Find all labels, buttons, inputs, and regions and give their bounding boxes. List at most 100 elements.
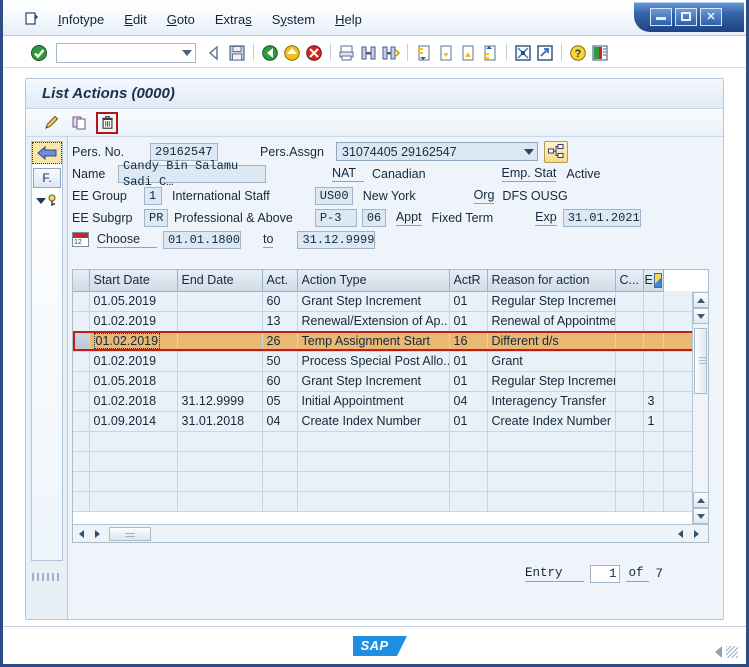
table-cell-reason[interactable]: Grant bbox=[487, 351, 616, 372]
scroll-page-down-button[interactable] bbox=[693, 508, 709, 524]
table-cell-type[interactable]: Process Special Post Allo.. bbox=[297, 351, 450, 372]
table-cell-reason[interactable]: Regular Step Increment bbox=[487, 291, 616, 312]
cancel-red-icon[interactable] bbox=[303, 42, 325, 64]
table-cell-actr[interactable] bbox=[449, 431, 488, 452]
table-cell-reason[interactable] bbox=[487, 451, 616, 472]
table-cell-act[interactable]: 13 bbox=[262, 311, 298, 332]
table-row[interactable]: 01.09.2014 31.01.2018 04 Create Index Numbe… bbox=[73, 411, 708, 432]
scroll-down-button[interactable] bbox=[693, 308, 709, 324]
table-cell-type[interactable]: Temp Assignment Start bbox=[297, 331, 450, 352]
org-structure-button[interactable] bbox=[544, 140, 568, 163]
grade-field[interactable]: P-3 bbox=[314, 208, 357, 227]
table-horizontal-scrollbar[interactable] bbox=[73, 524, 708, 542]
hscroll-page-left-button[interactable] bbox=[672, 526, 688, 542]
choose-from-field[interactable]: 01.01.1800 bbox=[163, 230, 241, 249]
menu-item-help[interactable]: Help bbox=[326, 9, 371, 30]
splitter-grip[interactable] bbox=[32, 573, 62, 581]
column-header-end-date[interactable]: End Date bbox=[177, 270, 263, 292]
row-selector-cell[interactable] bbox=[73, 471, 90, 492]
table-vertical-scrollbar[interactable] bbox=[692, 292, 709, 524]
table-cell-e[interactable] bbox=[643, 371, 664, 392]
table-cell-type[interactable] bbox=[297, 491, 450, 512]
choose-to-field[interactable]: 31.12.9999 bbox=[297, 230, 376, 249]
table-cell-start[interactable]: 01.02.2018 bbox=[89, 391, 178, 412]
table-cell-reason[interactable]: Interagency Transfer bbox=[487, 391, 616, 412]
column-header-reason[interactable]: Reason for action bbox=[487, 270, 616, 292]
scroll-page-up-button[interactable] bbox=[693, 492, 709, 508]
row-selector-cell[interactable] bbox=[73, 411, 90, 432]
location-code-field[interactable]: US00 bbox=[314, 186, 353, 205]
hscroll-thumb[interactable] bbox=[109, 526, 151, 541]
table-cell-e[interactable]: 1 bbox=[643, 411, 664, 432]
entry-current-field[interactable]: 1 bbox=[590, 565, 621, 583]
table-cell-start[interactable]: 01.09.2014 bbox=[89, 411, 178, 432]
table-cell-actr[interactable]: 01 bbox=[449, 291, 488, 312]
table-cell-actr[interactable]: 01 bbox=[449, 311, 488, 332]
resize-grip[interactable] bbox=[726, 646, 738, 658]
hscroll-left-button[interactable] bbox=[73, 526, 89, 542]
help-icon[interactable]: ? bbox=[567, 42, 589, 64]
table-row[interactable] bbox=[73, 471, 708, 492]
column-header-start-date[interactable]: Start Date bbox=[89, 270, 178, 292]
close-button[interactable]: ✕ bbox=[700, 8, 722, 26]
minimize-button[interactable] bbox=[650, 8, 672, 26]
table-cell-end[interactable] bbox=[177, 431, 263, 452]
table-cell-actr[interactable]: 01 bbox=[449, 351, 488, 372]
table-cell-start[interactable] bbox=[89, 431, 178, 452]
row-selector-cell[interactable] bbox=[73, 431, 90, 452]
pers-assgn-dropdown[interactable]: 31074405 29162547 bbox=[336, 142, 538, 161]
table-cell-actr[interactable]: 16 bbox=[449, 331, 488, 352]
table-cell-actr[interactable] bbox=[449, 491, 488, 512]
table-cell-type[interactable]: Initial Appointment bbox=[297, 391, 450, 412]
table-cell-start[interactable] bbox=[89, 451, 178, 472]
table-cell-e[interactable]: 3 bbox=[643, 391, 664, 412]
row-selector-cell[interactable] bbox=[73, 351, 90, 372]
table-row[interactable] bbox=[73, 451, 708, 472]
previous-page-icon[interactable] bbox=[435, 42, 457, 64]
table-cell-act[interactable] bbox=[262, 491, 298, 512]
column-header-action-type[interactable]: Action Type bbox=[297, 270, 450, 292]
table-row[interactable]: 01.02.2019 50 Process Special Post Allo.. 0… bbox=[73, 351, 708, 372]
table-cell-reason[interactable]: Regular Step Increment bbox=[487, 371, 616, 392]
table-cell-act[interactable] bbox=[262, 471, 298, 492]
table-cell-type[interactable] bbox=[297, 451, 450, 472]
table-cell-e[interactable] bbox=[643, 471, 664, 492]
row-selector-cell[interactable] bbox=[73, 291, 90, 312]
ee-subgrp-code-field[interactable]: PR bbox=[144, 208, 168, 227]
ee-group-code-field[interactable]: 1 bbox=[144, 186, 162, 205]
table-cell-c[interactable] bbox=[615, 451, 644, 472]
table-row[interactable] bbox=[73, 431, 708, 452]
column-header-actr[interactable]: ActR bbox=[449, 270, 488, 292]
scroll-thumb[interactable] bbox=[694, 328, 707, 394]
calendar-icon[interactable] bbox=[72, 232, 89, 247]
table-row[interactable] bbox=[73, 491, 708, 512]
table-cell-reason[interactable] bbox=[487, 491, 616, 512]
table-cell-act[interactable]: 26 bbox=[262, 331, 298, 352]
delete-button[interactable] bbox=[96, 111, 118, 134]
table-cell-end[interactable] bbox=[177, 351, 263, 372]
first-page-icon[interactable] bbox=[413, 42, 435, 64]
exp-field[interactable]: 31.01.2021 bbox=[562, 208, 641, 227]
table-cell-act[interactable]: 05 bbox=[262, 391, 298, 412]
table-row[interactable]: 01.02.2018 31.12.9999 05 Initial Appointmen… bbox=[73, 391, 708, 412]
table-cell-reason[interactable] bbox=[487, 471, 616, 492]
table-cell-actr[interactable] bbox=[449, 471, 488, 492]
hscroll-right-button[interactable] bbox=[89, 526, 105, 542]
table-cell-c[interactable] bbox=[615, 491, 644, 512]
table-cell-start[interactable]: 01.05.2019 bbox=[89, 291, 178, 312]
exit-green-icon[interactable] bbox=[259, 42, 281, 64]
table-cell-end[interactable]: 31.01.2018 bbox=[177, 411, 263, 432]
table-row[interactable]: 01.05.2019 60 Grant Step Increment 01 Regula… bbox=[73, 291, 708, 312]
menu-item-extras[interactable]: Extras bbox=[206, 9, 261, 30]
menu-item-edit[interactable]: Edit bbox=[115, 9, 155, 30]
table-cell-e[interactable] bbox=[643, 351, 664, 372]
table-cell-actr[interactable] bbox=[449, 451, 488, 472]
command-field[interactable] bbox=[56, 42, 196, 63]
table-cell-type[interactable]: Grant Step Increment bbox=[297, 371, 450, 392]
column-header-e[interactable]: E bbox=[643, 270, 664, 292]
maximize-button[interactable] bbox=[675, 8, 697, 26]
nav-back-button[interactable] bbox=[32, 142, 62, 164]
find-icon[interactable] bbox=[358, 42, 380, 64]
table-cell-end[interactable] bbox=[177, 471, 263, 492]
column-header-c[interactable]: C... bbox=[615, 270, 644, 292]
